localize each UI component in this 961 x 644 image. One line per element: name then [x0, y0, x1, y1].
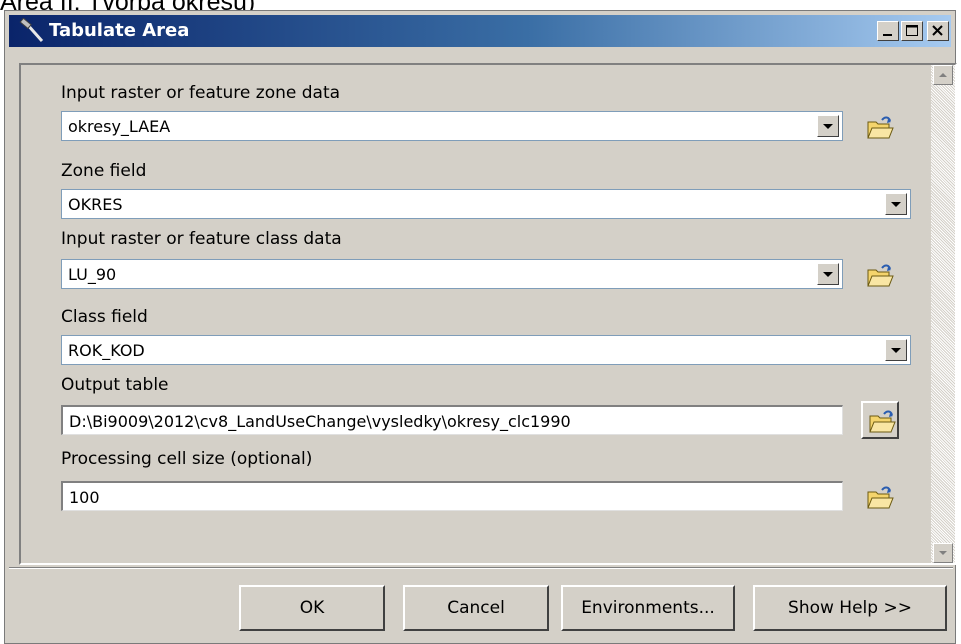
zone-data-label: Input raster or feature zone data: [61, 83, 341, 103]
minimize-icon: [883, 34, 892, 36]
parameters-panel: Input raster or feature zone data okresy…: [19, 63, 957, 565]
footer-divider: [9, 567, 953, 569]
zone-data-value: okresy_LAEA: [68, 117, 171, 136]
maximize-icon: [906, 25, 918, 36]
vertical-scrollbar[interactable]: [931, 65, 955, 563]
zone-data-dropdown-button[interactable]: [817, 115, 839, 137]
close-button[interactable]: [927, 21, 949, 41]
class-data-label: Input raster or feature class data: [61, 229, 342, 249]
output-table-label: Output table: [61, 375, 169, 395]
hammer-icon: [19, 18, 44, 42]
open-folder-icon: [867, 486, 894, 509]
zone-data-browse-button[interactable]: [861, 109, 899, 147]
maximize-button[interactable]: [901, 21, 923, 41]
chevron-up-icon: [939, 73, 947, 77]
minimize-button[interactable]: [877, 21, 899, 41]
output-table-input[interactable]: D:\Bi9009\2012\cv8_LandUseChange\vysledk…: [61, 405, 843, 435]
zone-field-value: OKRES: [68, 195, 123, 214]
zone-field-dropdown-button[interactable]: [885, 193, 907, 215]
scroll-up-button[interactable]: [933, 65, 953, 85]
open-folder-icon: [867, 116, 894, 139]
class-data-browse-button[interactable]: [861, 257, 899, 295]
class-data-dropdown-button[interactable]: [817, 263, 839, 285]
class-field-value: ROK_KOD: [68, 341, 145, 360]
environments-button[interactable]: Environments...: [561, 585, 735, 631]
zone-field-label: Zone field: [61, 161, 147, 181]
class-field-label: Class field: [61, 307, 148, 327]
close-icon: [932, 25, 943, 36]
title-bar[interactable]: Tabulate Area: [9, 15, 951, 47]
zone-field-combobox[interactable]: OKRES: [61, 189, 911, 219]
show-help-button[interactable]: Show Help >>: [753, 585, 947, 631]
window-title: Tabulate Area: [49, 20, 190, 41]
class-data-value: LU_90: [68, 265, 117, 284]
ok-button[interactable]: OK: [239, 585, 385, 631]
chevron-down-icon: [891, 348, 901, 353]
cell-size-browse-button[interactable]: [861, 479, 899, 517]
output-table-browse-button[interactable]: [861, 401, 899, 439]
class-field-combobox[interactable]: ROK_KOD: [61, 335, 911, 365]
chevron-down-icon: [823, 124, 833, 129]
chevron-down-icon: [823, 272, 833, 277]
cell-size-label: Processing cell size (optional): [61, 449, 313, 469]
cell-size-value: 100: [69, 488, 100, 507]
class-data-combobox[interactable]: LU_90: [61, 259, 843, 289]
open-folder-icon: [867, 264, 894, 287]
scroll-down-button[interactable]: [933, 543, 953, 563]
chevron-down-icon: [891, 202, 901, 207]
output-table-value: D:\Bi9009\2012\cv8_LandUseChange\vysledk…: [69, 412, 571, 431]
class-field-dropdown-button[interactable]: [885, 339, 907, 361]
chevron-down-icon: [939, 551, 947, 555]
zone-data-combobox[interactable]: okresy_LAEA: [61, 111, 843, 141]
cancel-button[interactable]: Cancel: [403, 585, 549, 631]
tabulate-area-dialog: Tabulate Area Input raster or feature zo…: [4, 10, 957, 644]
open-folder-icon: [869, 410, 896, 433]
cell-size-input[interactable]: 100: [61, 481, 843, 511]
